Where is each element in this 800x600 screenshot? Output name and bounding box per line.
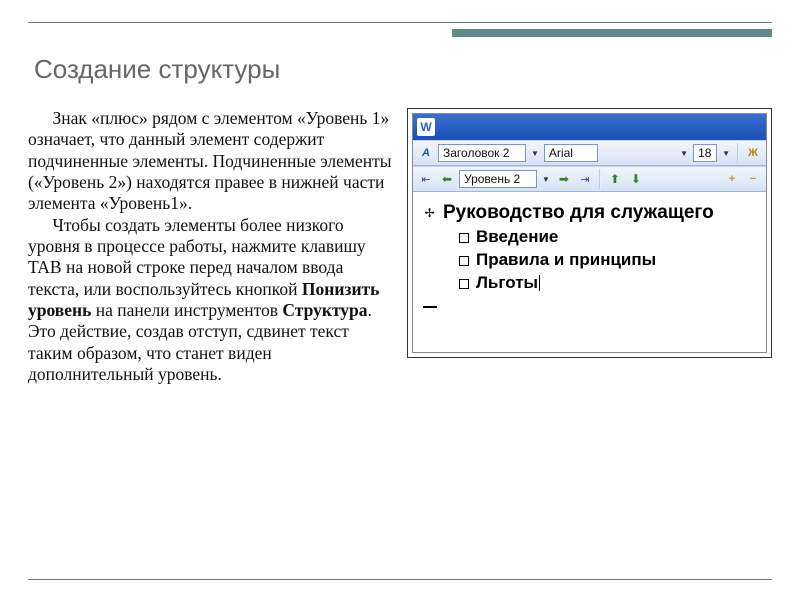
outline-level-value: Уровень 2: [464, 172, 520, 186]
style-value: Заголовок 2: [443, 146, 509, 160]
promote-icon[interactable]: ⬅: [438, 170, 456, 188]
plus-handle-icon[interactable]: [423, 205, 436, 221]
outline-text: Льготы: [476, 273, 538, 292]
style-dropdown[interactable]: Заголовок 2: [438, 144, 526, 162]
outline-text: Правила и принципы: [476, 249, 656, 272]
outline-item-level1[interactable]: Руководство для служащего: [423, 200, 760, 226]
collapse-icon[interactable]: −: [744, 170, 762, 188]
text-cursor: [539, 275, 540, 291]
formatting-toolbar: A Заголовок 2 ▼ Arial ▼ 18 ▼: [413, 140, 766, 166]
body-text: Знак «плюс» рядом с элементом «Уровень 1…: [28, 108, 393, 560]
outline-text: Введение: [476, 226, 558, 249]
screenshot-frame: W A Заголовок 2 ▼ Arial ▼: [407, 108, 772, 358]
screenshot-column: W A Заголовок 2 ▼ Arial ▼: [407, 108, 772, 560]
expand-icon[interactable]: +: [723, 170, 741, 188]
box-handle-icon[interactable]: [459, 279, 469, 289]
outline-item-level2[interactable]: Льготы: [423, 272, 760, 295]
word-window: W A Заголовок 2 ▼ Arial ▼: [412, 113, 767, 353]
outline-item-level2[interactable]: Правила и принципы: [423, 249, 760, 272]
style-a-icon[interactable]: A: [417, 144, 435, 162]
outline-level-dropdown[interactable]: Уровень 2: [459, 170, 537, 188]
fontsize-dropdown[interactable]: 18: [693, 144, 717, 162]
chevron-down-icon[interactable]: ▼: [678, 149, 690, 158]
promote-to-heading-icon[interactable]: ⇤: [417, 170, 435, 188]
outline-text: Руководство для служащего: [443, 200, 714, 226]
font-dropdown[interactable]: Arial: [544, 144, 598, 162]
outline-toolbar: ⇤ ⬅ Уровень 2 ▼ ➡ ⇥ ⬆ ⬇ + −: [413, 166, 766, 192]
slide-content: Знак «плюс» рядом с элементом «Уровень 1…: [28, 108, 772, 560]
word-icon: W: [417, 118, 435, 136]
paragraph-2: Чтобы создать элементы более низкого уро…: [28, 215, 393, 386]
dash-handle-icon[interactable]: [423, 306, 437, 308]
bold-button[interactable]: Ж: [744, 144, 762, 162]
fontsize-value: 18: [698, 146, 711, 160]
slide-title: Создание структуры: [34, 54, 280, 85]
outline-item-empty[interactable]: [423, 298, 760, 308]
font-value: Arial: [549, 146, 573, 160]
box-handle-icon[interactable]: [459, 233, 469, 243]
toolbar-divider: [737, 143, 739, 163]
toolbar-divider: [599, 169, 601, 189]
slide-bottom-border: [28, 568, 772, 582]
chevron-down-icon[interactable]: ▼: [529, 149, 541, 158]
demote-to-body-icon[interactable]: ⇥: [576, 170, 594, 188]
demote-icon[interactable]: ➡: [555, 170, 573, 188]
word-titlebar: W: [413, 114, 766, 140]
chevron-down-icon[interactable]: ▼: [720, 149, 732, 158]
slide-top-border: [28, 22, 772, 36]
chevron-down-icon[interactable]: ▼: [540, 175, 552, 184]
presentation-slide: Создание структуры Знак «плюс» рядом с э…: [0, 0, 800, 600]
paragraph-1: Знак «плюс» рядом с элементом «Уровень 1…: [28, 108, 393, 215]
move-up-icon[interactable]: ⬆: [606, 170, 624, 188]
box-handle-icon[interactable]: [459, 256, 469, 266]
outline-item-level2[interactable]: Введение: [423, 226, 760, 249]
move-down-icon[interactable]: ⬇: [627, 170, 645, 188]
document-outline-area[interactable]: Руководство для служащего Введение Прави…: [413, 192, 766, 352]
